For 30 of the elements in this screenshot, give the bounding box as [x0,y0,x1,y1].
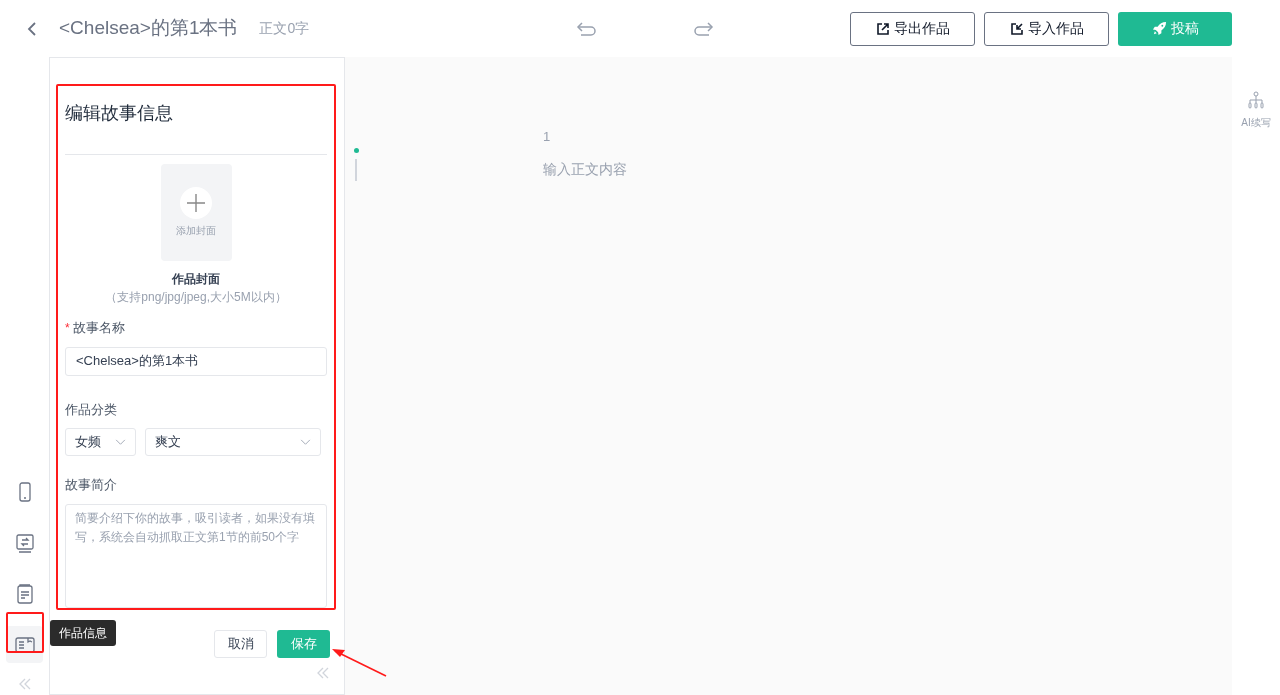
export-button[interactable]: 导出作品 [850,11,975,46]
cancel-button[interactable]: 取消 [214,630,267,658]
import-button[interactable]: 导入作品 [984,11,1109,46]
category-select[interactable]: 女频 [65,428,136,456]
category-select[interactable]: 爽文 [145,428,321,456]
chevron-down-icon [300,438,311,446]
import-icon [1009,21,1024,36]
word-count: 正文0字 [259,19,310,38]
required-mark: * [65,319,70,337]
export-icon [875,21,890,36]
chevron-down-icon [115,438,126,446]
panel-title: 编辑故事信息 [65,102,174,125]
field-label: 故事名称 [72,319,125,337]
hierarchy-icon [1247,91,1265,111]
rocket-icon [1151,21,1167,36]
cover-label: 作品封面 [172,271,220,288]
cover-hint: （支持png/jpg/jpeg,大小5M以内） [105,289,287,306]
undo-icon[interactable] [576,19,599,38]
cursor-line [355,159,357,181]
plus-icon [180,187,212,219]
tooltip: 作品信息 [50,620,116,646]
story-intro-field[interactable]: 简要介绍下你的故事，吸引读者，如果没有填写，系统会自动抓取正文第1节的前50个字 [65,503,327,608]
field-label: 作品分类 [65,400,118,419]
redo-icon[interactable] [692,19,715,38]
line-number: 1 [543,128,552,146]
book-title: <Chelsea>的第1本书 [59,16,238,41]
story-name-field[interactable]: <Chelsea>的第1本书 [65,346,327,376]
field-label: 故事简介 [65,476,118,494]
annotation-frame [6,612,44,653]
swap-icon [13,531,36,554]
